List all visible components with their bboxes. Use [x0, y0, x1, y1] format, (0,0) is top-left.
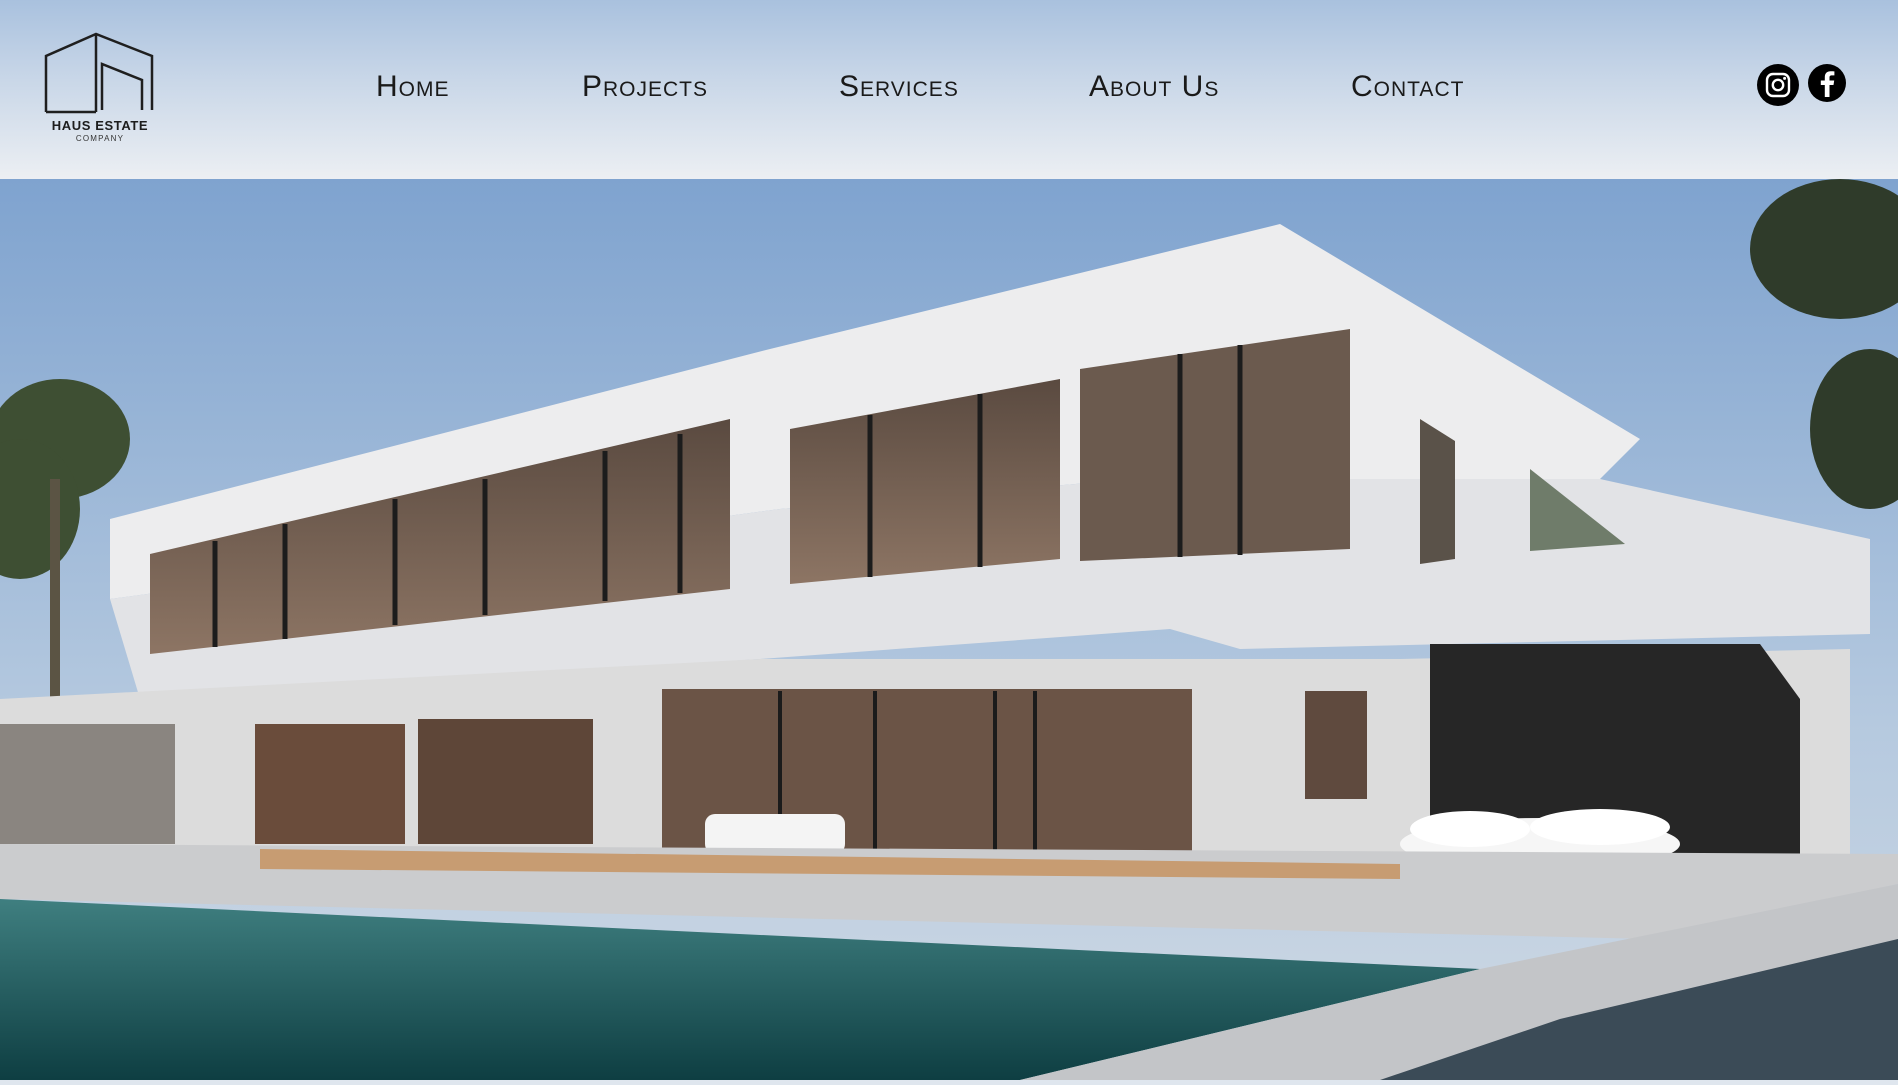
nav-about-us[interactable]: About Us — [1089, 70, 1219, 104]
house-outline-logo-icon — [44, 32, 154, 114]
nav-projects[interactable]: Projects — [582, 70, 708, 104]
hero-villa-image — [0, 179, 1898, 1080]
brand-name: HAUS ESTATE — [51, 118, 149, 133]
site-header: HAUS ESTATE COMPANY Home Projects Servic… — [0, 0, 1898, 179]
nav-home[interactable]: Home — [376, 70, 450, 104]
villa-photo-illustration — [0, 179, 1898, 1080]
nav-services[interactable]: Services — [839, 70, 959, 104]
brand-subtitle: COMPANY — [75, 134, 125, 143]
instagram-icon[interactable] — [1757, 64, 1799, 106]
facebook-icon[interactable] — [1808, 64, 1846, 102]
brand-logo[interactable]: HAUS ESTATE COMPANY — [40, 32, 160, 147]
nav-contact[interactable]: Contact — [1351, 70, 1464, 104]
